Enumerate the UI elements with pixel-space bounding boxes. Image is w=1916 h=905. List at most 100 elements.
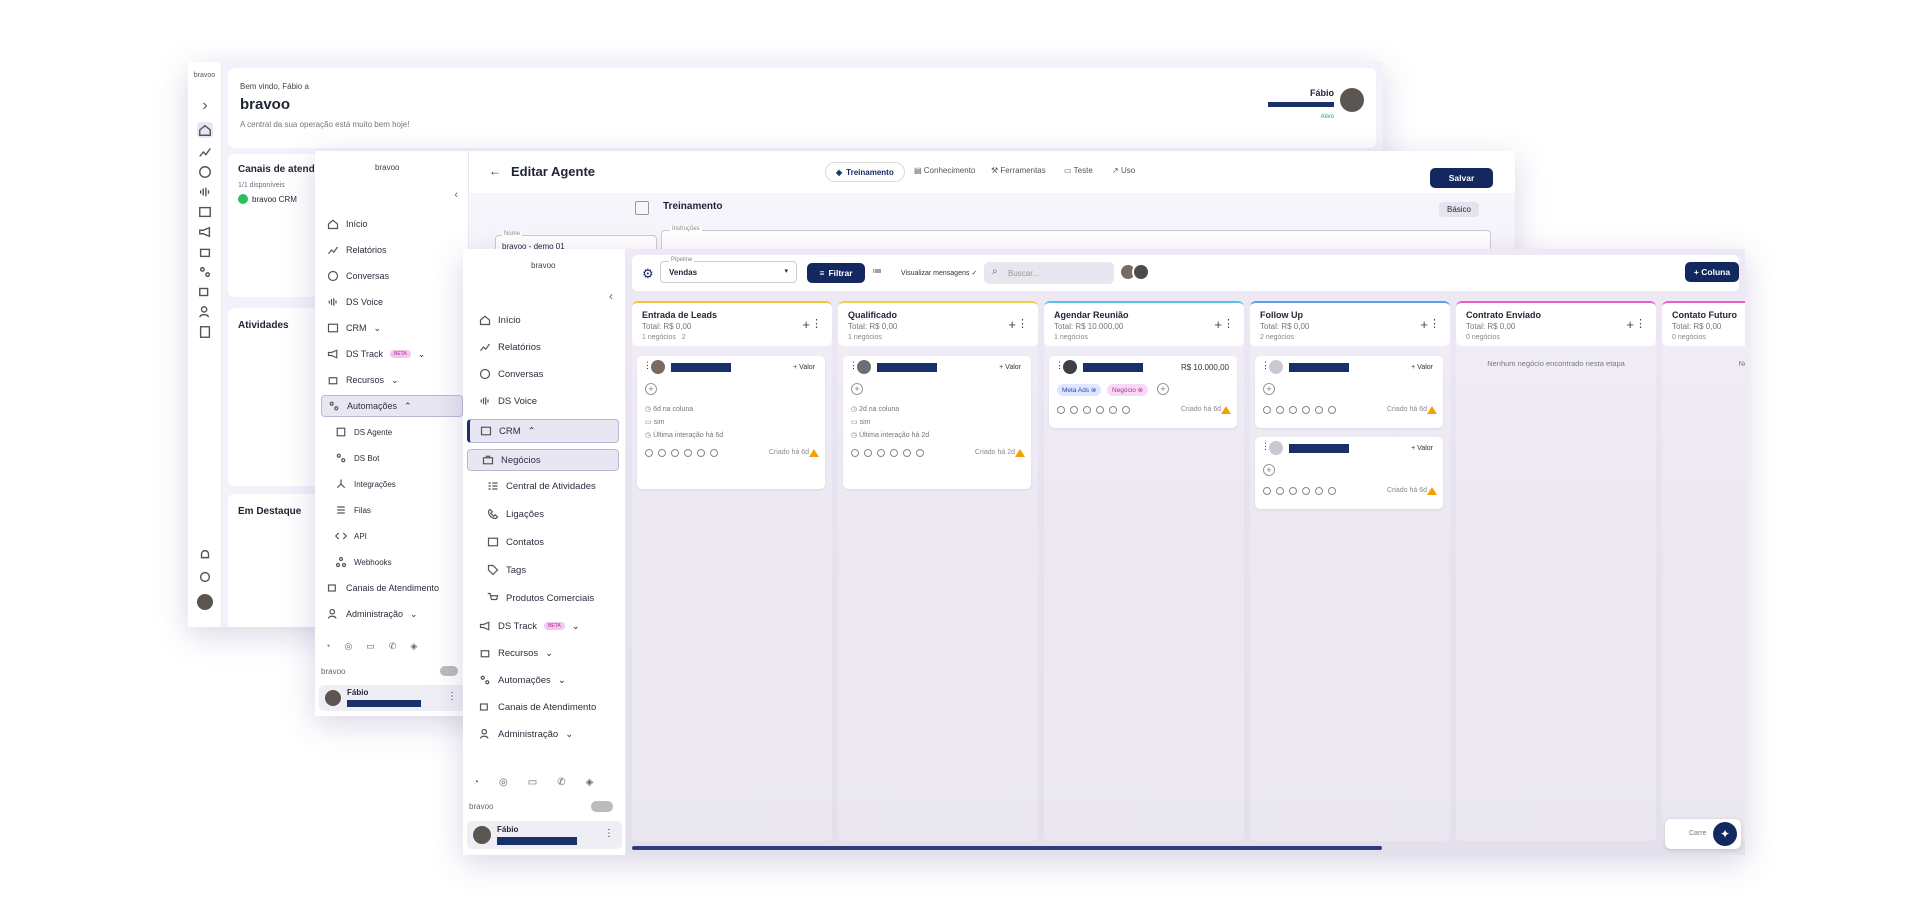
megaphone-icon[interactable] — [197, 224, 213, 240]
deal-card[interactable]: ⋮ + Valor + Criado há 6d — [1255, 356, 1443, 428]
user-icon[interactable] — [645, 449, 653, 457]
whatsapp-icon[interactable] — [658, 449, 666, 457]
nav-automacoes[interactable]: Automações ⌃ — [321, 395, 463, 417]
add-tag-icon[interactable]: + — [851, 383, 863, 395]
link-icon[interactable] — [1122, 406, 1130, 414]
add-tag-icon[interactable]: + — [1157, 383, 1169, 395]
hide-icon[interactable] — [684, 449, 692, 457]
channel-item[interactable]: bravoo CRM — [238, 194, 297, 204]
hide-icon[interactable] — [1302, 487, 1310, 495]
add-tag-icon[interactable]: + — [645, 383, 657, 395]
help-icon[interactable]: ◎ — [499, 777, 508, 788]
nav-contatos[interactable]: Contatos — [483, 533, 625, 551]
bell-icon[interactable] — [197, 547, 213, 563]
folder-icon[interactable] — [903, 449, 911, 457]
mode-button[interactable]: Básico — [1438, 202, 1479, 217]
search-input[interactable]: ⌕ Buscar... — [984, 262, 1114, 284]
link-icon[interactable] — [1328, 487, 1336, 495]
bell-icon[interactable]: ◔ — [473, 777, 479, 788]
whatsapp-icon[interactable] — [864, 449, 872, 457]
nav-recursos[interactable]: Recursos ⌄ — [327, 371, 399, 389]
nav-conversas[interactable]: Conversas — [475, 365, 617, 383]
channels-icon[interactable] — [197, 284, 213, 300]
folder-icon[interactable] — [1315, 406, 1323, 414]
tab-treinamento[interactable]: ◈ Treinamento — [825, 162, 905, 182]
add-tag-icon[interactable]: + — [1263, 383, 1275, 395]
add-deal-icon[interactable]: + — [1626, 317, 1634, 332]
settings-icon[interactable]: ⚙ — [642, 266, 654, 282]
ai-assistant-icon[interactable]: ✦ — [1713, 822, 1737, 846]
hide-icon[interactable] — [1302, 406, 1310, 414]
filter-button[interactable]: ≡ Filtrar — [807, 263, 865, 283]
message-icon[interactable]: ▭ — [366, 641, 375, 652]
add-value-button[interactable]: + Valor — [1411, 364, 1433, 371]
nav-ds-voice[interactable]: DS Voice — [475, 392, 617, 410]
nav-recursos[interactable]: Recursos ⌄ — [475, 644, 617, 662]
phone-icon[interactable] — [877, 449, 885, 457]
nav-relatorios[interactable]: Relatórios — [475, 338, 617, 356]
nav-canais[interactable]: Canais de Atendimento — [327, 579, 439, 597]
more-icon[interactable]: ⋮ — [1223, 317, 1234, 330]
tab-teste[interactable]: ▭ Teste — [1064, 166, 1093, 175]
nav-central-atividades[interactable]: Central de Atividades — [483, 477, 625, 495]
whatsapp-icon[interactable] — [1070, 406, 1078, 414]
hide-icon[interactable] — [890, 449, 898, 457]
more-icon[interactable]: ⋮ — [604, 828, 614, 839]
more-icon[interactable]: ⋮ — [447, 691, 457, 702]
more-icon[interactable]: ⋮ — [1017, 317, 1028, 330]
chat-icon[interactable] — [197, 164, 213, 180]
whatsapp-icon[interactable] — [1276, 487, 1284, 495]
user-icon[interactable] — [1263, 406, 1271, 414]
nav-inicio[interactable]: Início — [475, 311, 617, 329]
collapse-icon[interactable]: ‹ — [454, 189, 458, 201]
nav-canais[interactable]: Canais de Atendimento — [475, 698, 617, 716]
tab-uso[interactable]: ↗ Uso — [1112, 166, 1135, 175]
nav-filas[interactable]: Filas — [335, 501, 371, 519]
phone-icon[interactable]: ✆ — [389, 641, 397, 652]
back-icon[interactable]: ← — [489, 164, 501, 178]
collapse-icon[interactable]: ‹ — [609, 289, 613, 303]
crm-icon[interactable] — [197, 204, 213, 220]
user-icon[interactable] — [1263, 487, 1271, 495]
horizontal-scrollbar[interactable] — [632, 846, 1382, 850]
nav-ds-agente[interactable]: DS Agente — [335, 423, 392, 441]
nav-relatorios[interactable]: Relatórios — [327, 241, 387, 259]
nav-automacoes[interactable]: Automações ⌄ — [475, 671, 617, 689]
nav-administracao[interactable]: Administração ⌄ — [475, 725, 617, 743]
deal-card[interactable]: ⋮ + Valor + ◷ 2d na coluna ▭ sim ◷ Últim… — [843, 356, 1031, 489]
whatsapp-icon[interactable] — [1276, 406, 1284, 414]
member-avatar[interactable] — [1132, 263, 1150, 281]
phone-icon[interactable] — [671, 449, 679, 457]
more-icon[interactable]: ⋮ — [1635, 317, 1646, 330]
user-icon[interactable] — [851, 449, 859, 457]
user-menu[interactable]: Fábio ⋮ — [467, 821, 622, 849]
nav-negocios[interactable]: Negócios — [467, 449, 619, 471]
nav-ds-voice[interactable]: DS Voice — [327, 293, 383, 311]
user-avatar[interactable] — [1340, 88, 1364, 112]
link-icon[interactable] — [1328, 406, 1336, 414]
nav-webhooks[interactable]: Webhooks — [335, 553, 392, 571]
deal-card[interactable]: ⋮ + Valor + ◷ 6d na coluna ▭ sim ◷ Últim… — [637, 356, 825, 489]
building-icon[interactable] — [197, 324, 213, 340]
view-messages-toggle[interactable]: Visualizar mensagens ✓ — [901, 269, 977, 277]
folder-icon[interactable] — [697, 449, 705, 457]
user-icon[interactable] — [1057, 406, 1065, 414]
deal-card[interactable]: ⋮ R$ 10.000,00 Meta Ads ⊗ Negócio ⊗ + Cr… — [1049, 356, 1237, 428]
add-deal-icon[interactable]: + — [802, 317, 810, 332]
nav-ds-track[interactable]: DS Track BETA ⌄ — [327, 345, 425, 363]
link-icon[interactable] — [710, 449, 718, 457]
tab-ferramentas[interactable]: ⚒ Ferramentas — [991, 166, 1046, 175]
add-deal-icon[interactable]: + — [1214, 317, 1222, 332]
folder-icon[interactable] — [1315, 487, 1323, 495]
tab-conhecimento[interactable]: ▤ Conhecimento — [914, 166, 975, 175]
add-column-button[interactable]: + Coluna — [1685, 262, 1739, 282]
help-icon[interactable] — [197, 569, 213, 585]
more-icon[interactable]: ⋮ — [1429, 317, 1440, 330]
user-menu[interactable]: Fábio ⋮ — [319, 685, 465, 711]
resources-icon[interactable] — [197, 244, 213, 260]
nav-ligacoes[interactable]: Ligações — [483, 505, 625, 523]
home-icon[interactable] — [197, 122, 213, 138]
nav-ds-track[interactable]: DS Track BETA ⌄ — [475, 617, 617, 635]
graduation-icon[interactable]: ◈ — [586, 777, 594, 788]
nav-administracao[interactable]: Administração ⌄ — [327, 605, 418, 623]
